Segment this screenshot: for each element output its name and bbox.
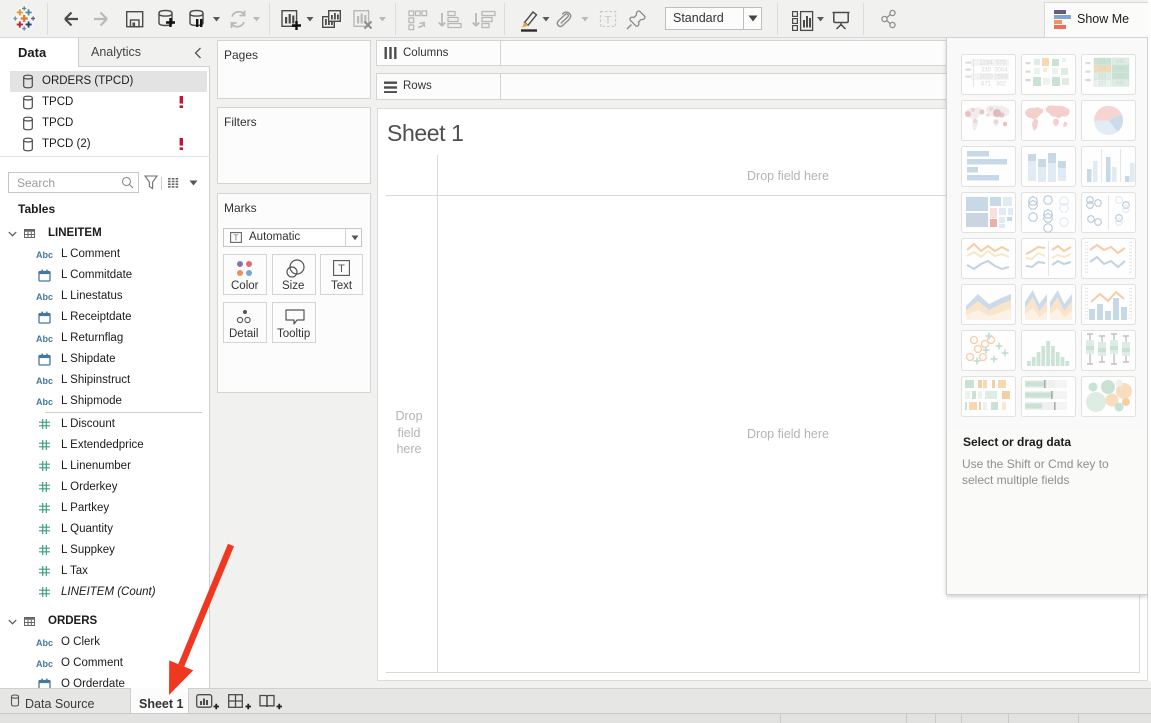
svg-text:671: 671 [981,82,992,88]
svg-text:T: T [234,234,239,243]
svg-text:2020: 2020 [979,75,993,81]
svg-text:330: 330 [981,68,992,74]
svg-text:123: 123 [1098,66,1107,72]
svg-text:302: 302 [996,82,1007,88]
svg-text:T: T [338,263,345,275]
svg-text:2559: 2559 [994,75,1008,81]
svg-text:540: 540 [1116,81,1125,87]
svg-text:540: 540 [1116,59,1125,65]
svg-text:573: 573 [996,61,1007,67]
svg-text:123: 123 [1098,81,1107,87]
svg-text:123: 123 [1098,73,1107,79]
svg-text:123: 123 [1098,59,1107,65]
svg-text:540: 540 [1116,66,1125,72]
svg-text:3004: 3004 [994,68,1008,74]
svg-text:T: T [605,15,612,27]
svg-text:540: 540 [1116,73,1125,79]
svg-text:1234: 1234 [979,61,993,67]
